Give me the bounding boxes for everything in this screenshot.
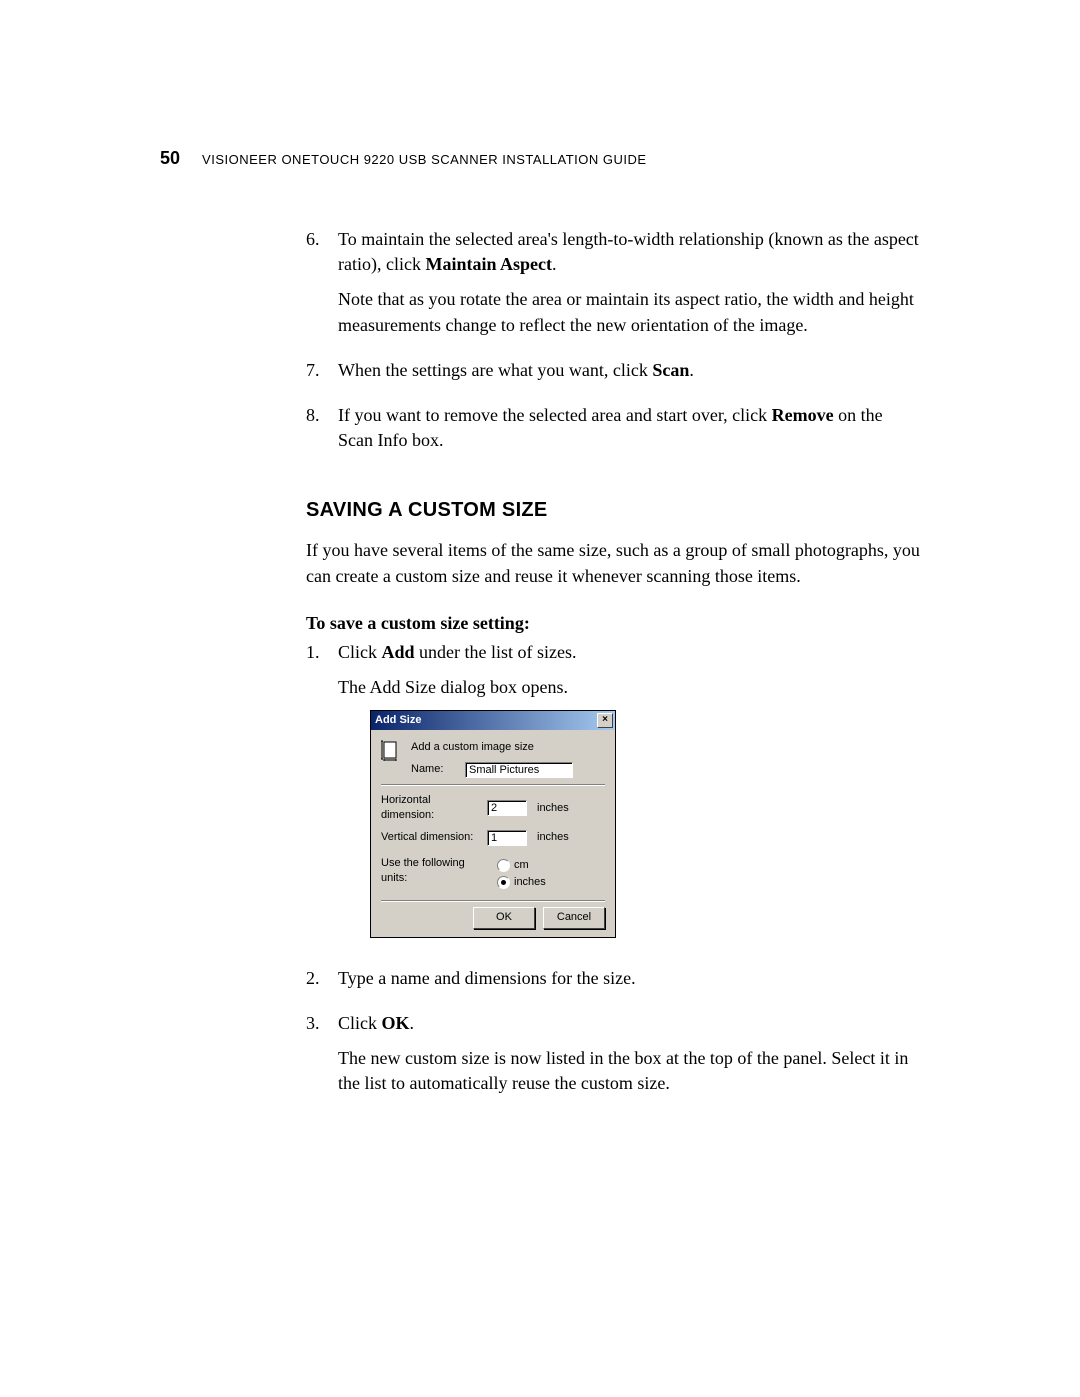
name-field[interactable] [465, 762, 573, 778]
radio-inches[interactable]: inches [497, 875, 546, 890]
header-title: VISIONEER ONETOUCH 9220 USB SCANNER INST… [202, 152, 647, 167]
vdim-label: Vertical dimension: [381, 830, 481, 845]
unit-suffix: inches [537, 801, 569, 816]
hdim-field[interactable] [487, 800, 527, 816]
step-6-note: Note that as you rotate the area or main… [338, 287, 920, 337]
section-heading: SAVING A CUSTOM SIZE [306, 499, 920, 522]
close-icon[interactable]: × [597, 713, 613, 728]
radio-icon [497, 876, 510, 889]
list-number: 7. [306, 358, 338, 393]
page-number: 50 [160, 148, 180, 169]
dialog-title: Add Size [375, 713, 421, 728]
radio-icon [497, 859, 510, 872]
list-number: 8. [306, 403, 338, 463]
name-label: Name: [411, 762, 459, 777]
page-size-icon [381, 740, 401, 762]
step-1-para2: The Add Size dialog box opens. [338, 675, 920, 700]
step-8-text: If you want to remove the selected area … [338, 403, 920, 453]
step-2-text: Type a name and dimensions for the size. [338, 966, 920, 991]
units-label: Use the following units: [381, 856, 491, 887]
vdim-field[interactable] [487, 830, 527, 846]
step-6-text: To maintain the selected area's length-t… [338, 227, 920, 277]
list-number: 3. [306, 1011, 338, 1107]
step-3-para2: The new custom size is now listed in the… [338, 1046, 920, 1096]
step-3-text: Click OK. [338, 1011, 920, 1036]
radio-cm[interactable]: cm [497, 858, 546, 873]
cancel-button[interactable]: Cancel [543, 907, 605, 928]
sub-heading: To save a custom size setting: [306, 613, 920, 634]
add-size-dialog: Add Size × [370, 710, 616, 938]
instruction-list-1: 6. To maintain the selected area's lengt… [306, 227, 920, 463]
step-7-text: When the settings are what you want, cli… [338, 358, 920, 383]
hdim-label: Horizontal dimension: [381, 793, 481, 824]
list-number: 6. [306, 227, 338, 348]
instruction-list-2: 1. Click Add under the list of sizes. Th… [306, 640, 920, 1107]
step-1-text: Click Add under the list of sizes. [338, 640, 920, 665]
dialog-heading: Add a custom image size [411, 740, 605, 755]
ok-button[interactable]: OK [473, 907, 535, 928]
list-number: 2. [306, 966, 338, 1001]
intro-paragraph: If you have several items of the same si… [306, 538, 920, 588]
unit-suffix: inches [537, 830, 569, 845]
list-number: 1. [306, 640, 338, 956]
